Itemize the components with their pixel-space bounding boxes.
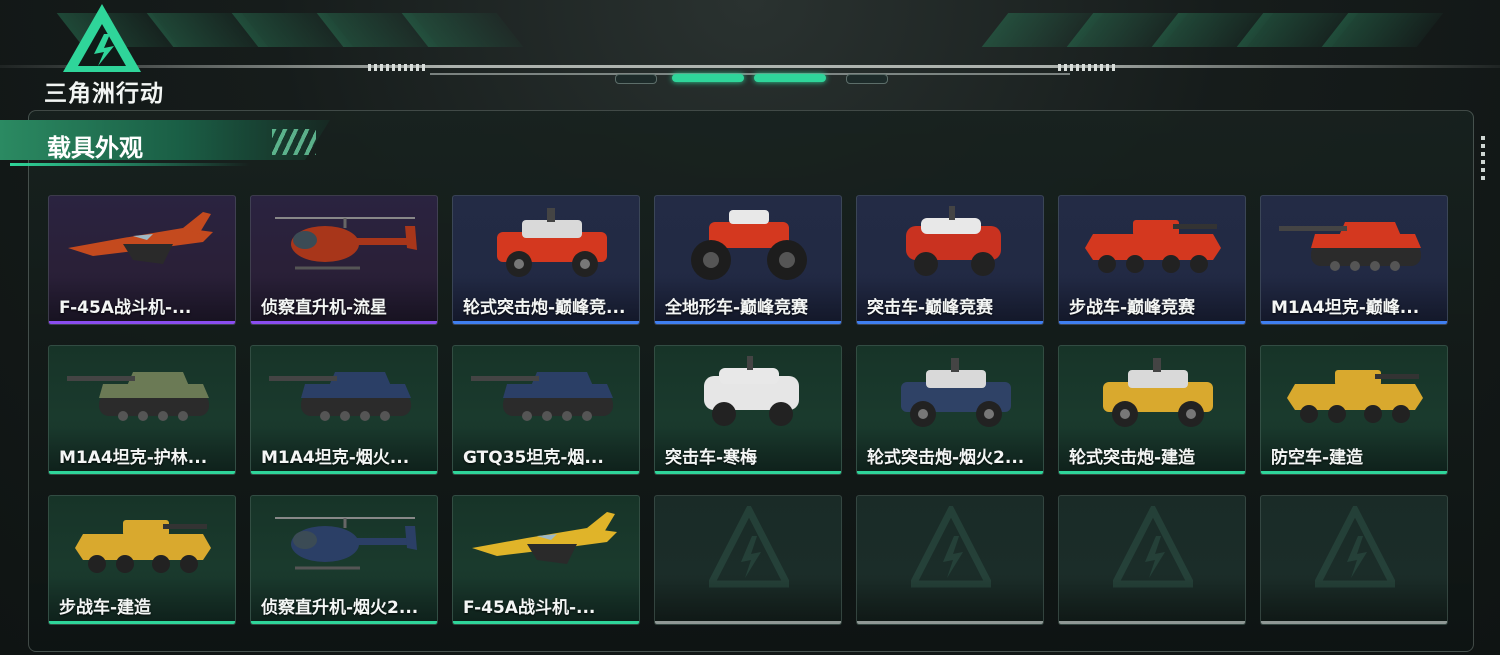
vehicle-skin-card[interactable]: M1A4坦克-烟火... bbox=[250, 345, 438, 475]
rarity-bar bbox=[655, 471, 841, 474]
rarity-bar bbox=[857, 471, 1043, 474]
vehicle-skin-card[interactable]: 步战车-巅峰竞赛 bbox=[1058, 195, 1246, 325]
vehicle-skin-card[interactable]: 轮式突击炮-巅峰竞... bbox=[452, 195, 640, 325]
vehicle-skin-name: 防空车-建造 bbox=[1271, 448, 1364, 468]
vehicle-skin-card[interactable]: 突击车-巅峰竞赛 bbox=[856, 195, 1044, 325]
vehicle-grid: F-45A战斗机-... 侦察直升机-流星 轮式突击炮-巅峰竞... 全地形车-巅峰竞… bbox=[48, 195, 1450, 625]
rarity-bar bbox=[49, 471, 235, 474]
vehicle-skin-name: 轮式突击炮-建造 bbox=[1069, 448, 1196, 468]
page-indicator bbox=[846, 74, 888, 84]
vehicle-skin-name: M1A4坦克-护林... bbox=[59, 448, 208, 468]
rarity-bar bbox=[1261, 471, 1447, 474]
vehicle-skin-name: 步战车-巅峰竞赛 bbox=[1069, 298, 1196, 318]
rarity-bar bbox=[251, 471, 437, 474]
card-shade bbox=[655, 577, 841, 621]
page-indicator bbox=[615, 74, 657, 84]
empty-vehicle-slot bbox=[1260, 495, 1448, 625]
page-title: 载具外观 bbox=[47, 134, 143, 162]
title-decoration bbox=[272, 129, 316, 155]
rarity-bar bbox=[1059, 621, 1245, 624]
vehicle-skin-name: 侦察直升机-烟火2... bbox=[261, 598, 419, 618]
top-header: 三角洲行动 bbox=[0, 0, 1500, 107]
vehicle-skin-name: F-45A战斗机-... bbox=[59, 298, 192, 318]
vehicle-skin-card[interactable]: 步战车-建造 bbox=[48, 495, 236, 625]
header-divider bbox=[430, 73, 1070, 75]
rarity-bar bbox=[655, 621, 841, 624]
rarity-bar bbox=[1261, 321, 1447, 324]
header-ticks bbox=[368, 64, 428, 71]
vehicle-skin-card[interactable]: M1A4坦克-护林... bbox=[48, 345, 236, 475]
empty-vehicle-slot bbox=[1058, 495, 1246, 625]
rarity-bar bbox=[1059, 321, 1245, 324]
vehicle-skin-card[interactable]: 防空车-建造 bbox=[1260, 345, 1448, 475]
vehicle-skin-card[interactable]: M1A4坦克-巅峰... bbox=[1260, 195, 1448, 325]
vehicle-skin-name: 轮式突击炮-巅峰竞... bbox=[463, 298, 626, 318]
empty-vehicle-slot bbox=[654, 495, 842, 625]
rarity-bar bbox=[251, 621, 437, 624]
vehicle-skin-name: 全地形车-巅峰竞赛 bbox=[665, 298, 809, 318]
vehicle-skin-name: M1A4坦克-烟火... bbox=[261, 448, 410, 468]
rarity-bar bbox=[655, 321, 841, 324]
rarity-bar bbox=[857, 621, 1043, 624]
vehicle-skin-name: 突击车-巅峰竞赛 bbox=[867, 298, 994, 318]
rarity-bar bbox=[1059, 471, 1245, 474]
vehicle-skin-name: 步战车-建造 bbox=[59, 598, 152, 618]
rarity-bar bbox=[453, 321, 639, 324]
vehicle-skin-name: 侦察直升机-流星 bbox=[261, 298, 388, 318]
empty-vehicle-slot bbox=[856, 495, 1044, 625]
page-indicator-active bbox=[754, 74, 826, 82]
card-shade bbox=[1261, 577, 1447, 621]
header-divider bbox=[0, 65, 1500, 68]
page-indicator-active bbox=[672, 74, 744, 82]
vehicle-skin-card[interactable]: 突击车-寒梅 bbox=[654, 345, 842, 475]
vehicle-skin-card[interactable]: F-45A战斗机-... bbox=[48, 195, 236, 325]
vehicle-skin-card[interactable]: 轮式突击炮-建造 bbox=[1058, 345, 1246, 475]
vehicle-skin-card[interactable]: 侦察直升机-流星 bbox=[250, 195, 438, 325]
vehicle-skin-name: 轮式突击炮-烟火2... bbox=[867, 448, 1025, 468]
rarity-bar bbox=[251, 321, 437, 324]
vehicle-skin-card[interactable]: 侦察直升机-烟火2... bbox=[250, 495, 438, 625]
card-shade bbox=[857, 577, 1043, 621]
panel-scroll-indicator[interactable] bbox=[1481, 136, 1485, 180]
vehicle-skin-card[interactable]: 全地形车-巅峰竞赛 bbox=[654, 195, 842, 325]
vehicle-skin-name: GTQ35坦克-烟... bbox=[463, 448, 604, 468]
vehicle-skin-card[interactable]: F-45A战斗机-... bbox=[452, 495, 640, 625]
vehicle-skin-name: M1A4坦克-巅峰... bbox=[1271, 298, 1420, 318]
header-ticks bbox=[1058, 64, 1118, 71]
game-logo-text: 三角洲行动 bbox=[44, 81, 164, 107]
rarity-bar bbox=[453, 471, 639, 474]
vehicle-skin-name: F-45A战斗机-... bbox=[463, 598, 596, 618]
card-shade bbox=[1059, 577, 1245, 621]
vehicle-skin-card[interactable]: GTQ35坦克-烟... bbox=[452, 345, 640, 475]
rarity-bar bbox=[857, 321, 1043, 324]
rarity-bar bbox=[49, 321, 235, 324]
rarity-bar bbox=[453, 621, 639, 624]
title-underline bbox=[10, 163, 250, 166]
rarity-bar bbox=[1261, 621, 1447, 624]
rarity-bar bbox=[49, 621, 235, 624]
vehicle-skin-name: 突击车-寒梅 bbox=[665, 448, 758, 468]
vehicle-skin-card[interactable]: 轮式突击炮-烟火2... bbox=[856, 345, 1044, 475]
